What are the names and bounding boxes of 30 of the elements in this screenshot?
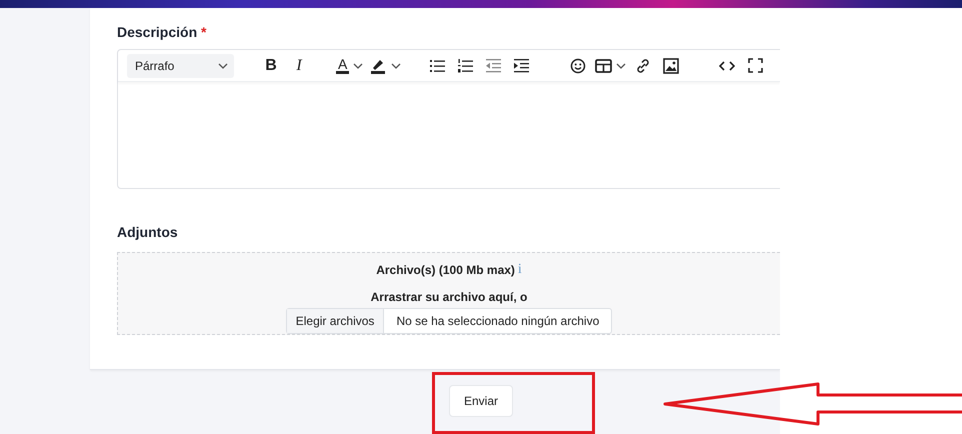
indent-icon [514,58,530,72]
code-icon [719,60,736,72]
outdent-icon [486,58,502,72]
file-limit-text: Archivo(s) (100 Mb max) [376,262,515,278]
bullet-list-icon [430,58,446,72]
format-select[interactable]: Párrafo [127,54,234,78]
required-mark: * [201,24,206,40]
file-status: No se ha seleccionado ningún archivo [395,313,600,330]
submit-button[interactable]: Enviar [449,385,514,417]
bold-button[interactable]: B [260,54,282,78]
choose-files-button[interactable]: Elegir archivos [286,309,384,333]
highlight-pen-icon [369,58,388,74]
text-color-button[interactable]: A [336,54,364,78]
field-label: Descripción [117,24,198,40]
numbered-list-icon [458,58,474,72]
caret-icon [616,62,626,68]
caret-icon [391,62,402,68]
table-icon [595,58,612,72]
drop-hint: Arrastrar su archivo aquí, o [370,289,528,306]
rich-text-editor[interactable]: Párrafo B I A [117,49,780,189]
fullscreen-icon [748,58,763,73]
field-label: Adjuntos [117,223,179,242]
file-input[interactable]: Elegir archivos No se ha seleccionado ningún archivo [286,308,612,334]
file-drop-zone[interactable]: Archivo(s) (100 Mb max) i Arrastrar su archivo aquí, o Elegir archivos No se ha seleccionado ningún archivo [117,252,780,335]
smiley-icon [570,58,586,74]
caret-icon [218,62,228,68]
link-icon [635,58,652,74]
image-icon [663,58,680,74]
italic-button[interactable]: I [288,54,310,78]
caret-icon [353,62,364,68]
